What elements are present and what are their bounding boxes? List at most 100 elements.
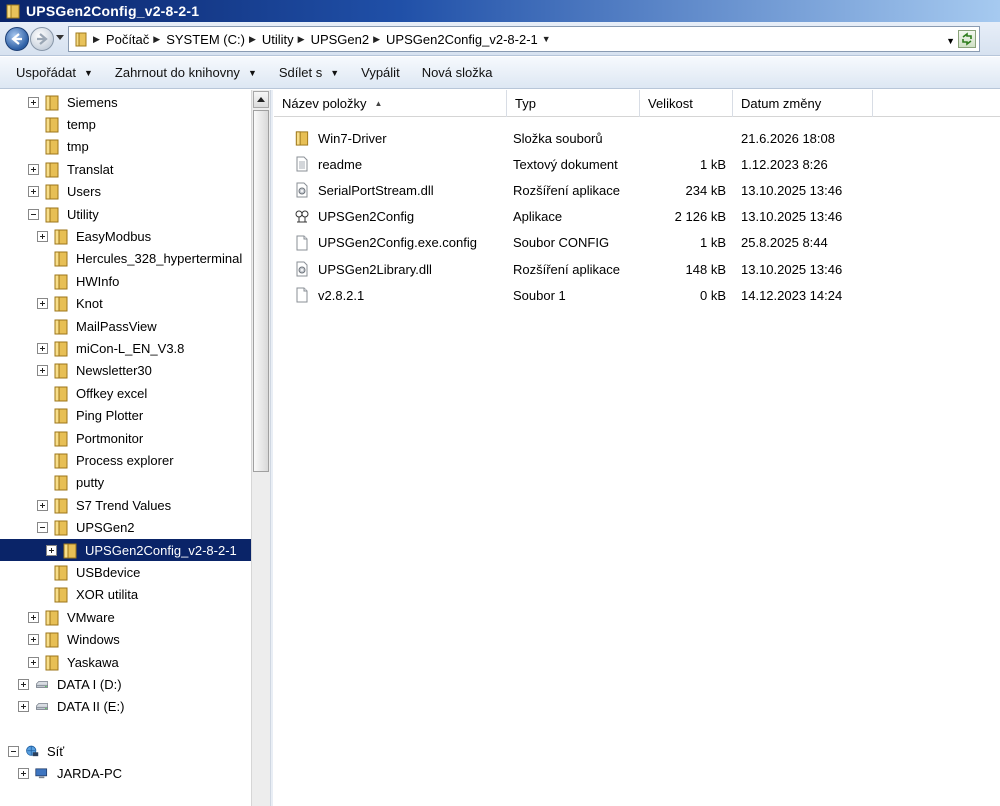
tree-item[interactable]: XOR utilita: [37, 584, 138, 606]
tree-item[interactable]: Process explorer: [37, 449, 174, 471]
organize-button[interactable]: Uspořádat ▼: [16, 65, 93, 80]
tree-item-label: tmp: [67, 139, 89, 155]
file-row[interactable]: UPSGen2Library.dll Rozšíření aplikace 148 …: [274, 256, 1000, 282]
tree-item[interactable]: USBdevice: [37, 561, 140, 583]
share-with-button[interactable]: Sdílet s ▼: [279, 65, 339, 80]
tree-item[interactable]: Yaskawa: [28, 651, 119, 673]
tree-item[interactable]: Ping Plotter: [37, 405, 143, 427]
file-row[interactable]: v2.8.2.1 Soubor 1 0 kB 14.12.2023 14:24: [274, 282, 1000, 308]
tree-item[interactable]: temp: [28, 113, 96, 135]
tree-item-label: DATA I (D:): [57, 676, 122, 692]
expand-icon[interactable]: [28, 611, 39, 623]
column-header-type[interactable]: Typ: [507, 90, 640, 117]
tree-item[interactable]: DATA II (E:): [18, 696, 124, 718]
tree-item[interactable]: Síť: [8, 740, 64, 762]
tree-item[interactable]: Hercules_328_hyperterminal: [37, 248, 242, 270]
tree-item[interactable]: Utility: [28, 203, 99, 225]
breadcrumb-separator-icon[interactable]: ▼: [542, 34, 551, 44]
scroll-up-button[interactable]: [253, 91, 269, 108]
file-name-cell[interactable]: UPSGen2Config: [294, 204, 504, 230]
tree-item[interactable]: Siemens: [28, 91, 118, 113]
expand-icon[interactable]: [37, 342, 48, 354]
breadcrumb-separator-icon[interactable]: ▶: [93, 34, 100, 45]
tree-item[interactable]: DATA I (D:): [18, 673, 122, 695]
navigation-scrollbar[interactable]: [251, 90, 270, 806]
expand-icon[interactable]: [37, 298, 48, 310]
file-name-cell[interactable]: Win7-Driver: [294, 125, 504, 151]
include-in-library-label: Zahrnout do knihovny: [114, 65, 240, 80]
tree-item[interactable]: JARDA-PC: [18, 763, 122, 785]
tree-item[interactable]: putty: [37, 472, 104, 494]
tree-item[interactable]: EasyModbus: [37, 225, 151, 247]
scroll-thumb[interactable]: [253, 110, 269, 472]
tree-item[interactable]: Offkey excel: [37, 382, 147, 404]
tree-item[interactable]: VMware: [28, 606, 115, 628]
tree-item[interactable]: tmp: [28, 136, 89, 158]
expand-icon[interactable]: [37, 365, 48, 377]
file-row[interactable]: UPSGen2Config Aplikace 2 126 kB 13.10.2025 …: [274, 204, 1000, 230]
burn-button[interactable]: Vypálit: [361, 65, 400, 80]
tree-item[interactable]: Translat: [28, 158, 113, 180]
file-name-cell[interactable]: UPSGen2Library.dll: [294, 256, 504, 282]
breadcrumb-separator-icon[interactable]: ▶: [153, 34, 160, 45]
expand-icon[interactable]: [37, 230, 48, 242]
file-name-cell[interactable]: v2.8.2.1: [294, 282, 504, 308]
tree-item[interactable]: Knot: [37, 293, 103, 315]
column-headers: Název položky ▲ Typ Velikost Datum změny: [274, 90, 1000, 117]
expand-icon[interactable]: [28, 186, 39, 198]
column-header-date[interactable]: Datum změny: [733, 90, 873, 117]
file-name-cell[interactable]: UPSGen2Config.exe.config: [294, 230, 504, 256]
breadcrumb-separator-icon[interactable]: ▶: [373, 34, 380, 45]
forward-button[interactable]: [30, 27, 54, 51]
file-name-cell[interactable]: SerialPortStream.dll: [294, 177, 504, 203]
tree-item[interactable]: MailPassView: [37, 315, 157, 337]
expand-icon[interactable]: [28, 96, 39, 108]
expand-icon[interactable]: [18, 678, 29, 690]
tree-item[interactable]: Portmonitor: [37, 427, 143, 449]
address-history-dropdown-icon[interactable]: ▼: [946, 36, 955, 46]
address-bar[interactable]: ▶ Počítač ▶ SYSTEM (C:) ▶ Utility ▶ UPSG…: [68, 26, 980, 52]
navigation-pane[interactable]: Siemens temp tmp Translat Users Utility EasyMo…: [0, 90, 251, 806]
collapse-icon[interactable]: [28, 208, 39, 220]
include-in-library-button[interactable]: Zahrnout do knihovny ▼: [115, 65, 257, 80]
file-row[interactable]: UPSGen2Config.exe.config Soubor CONFIG 1 k…: [274, 230, 1000, 256]
tree-item[interactable]: UPSGen2Config_v2-8-2-1: [0, 539, 251, 561]
breadcrumb-upsgen2[interactable]: UPSGen2: [311, 32, 370, 47]
column-header-name[interactable]: Název položky ▲: [274, 90, 507, 117]
pane-splitter[interactable]: [270, 90, 273, 806]
drive-icon: [36, 703, 48, 711]
tree-item[interactable]: UPSGen2: [37, 517, 135, 539]
tree-item[interactable]: Newsletter30: [37, 360, 152, 382]
breadcrumb-separator-icon[interactable]: ▶: [298, 34, 305, 45]
collapse-icon[interactable]: [37, 522, 48, 534]
tree-item[interactable]: HWInfo: [37, 270, 119, 292]
tree-item[interactable]: Users: [28, 181, 101, 203]
expand-icon[interactable]: [46, 544, 57, 556]
file-list-pane[interactable]: Název položky ▲ Typ Velikost Datum změny…: [274, 90, 1000, 806]
file-row[interactable]: SerialPortStream.dll Rozšíření aplikace 23…: [274, 177, 1000, 203]
expand-icon[interactable]: [28, 656, 39, 668]
recent-pages-dropdown-icon[interactable]: [56, 35, 64, 41]
column-header-size[interactable]: Velikost: [640, 90, 733, 117]
expand-icon[interactable]: [18, 768, 29, 780]
file-name-cell[interactable]: readme: [294, 151, 504, 177]
title-bar[interactable]: UPSGen2Config_v2-8-2-1: [0, 0, 1000, 22]
breadcrumb-separator-icon[interactable]: ▶: [249, 34, 256, 45]
file-row[interactable]: readme Textový dokument 1 kB 1.12.2023 8:26: [274, 151, 1000, 177]
tree-item[interactable]: miCon-L_EN_V3.8: [37, 337, 184, 359]
breadcrumb-utility[interactable]: Utility: [262, 32, 294, 47]
breadcrumb-system-drive[interactable]: SYSTEM (C:): [166, 32, 245, 47]
refresh-button[interactable]: [958, 30, 976, 48]
expand-icon[interactable]: [18, 701, 29, 713]
tree-item[interactable]: Windows: [28, 629, 120, 651]
file-row[interactable]: Win7-Driver Složka souborů 21.6.2026 18:08: [274, 125, 1000, 151]
collapse-icon[interactable]: [8, 745, 19, 757]
new-folder-button[interactable]: Nová složka: [422, 65, 493, 80]
tree-item[interactable]: S7 Trend Values: [37, 494, 171, 516]
expand-icon[interactable]: [28, 634, 39, 646]
expand-icon[interactable]: [37, 499, 48, 511]
breadcrumb-computer[interactable]: Počítač: [106, 32, 149, 47]
expand-icon[interactable]: [28, 163, 39, 175]
breadcrumb-current-folder[interactable]: UPSGen2Config_v2-8-2-1: [386, 32, 538, 47]
back-button[interactable]: [5, 27, 29, 51]
